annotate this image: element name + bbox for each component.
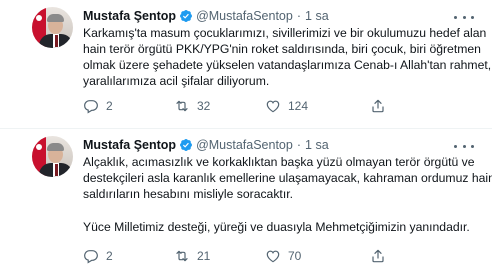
avatar[interactable] bbox=[32, 136, 73, 177]
avatar[interactable] bbox=[32, 7, 73, 48]
reply-icon bbox=[84, 250, 98, 264]
tweet-header: Mustafa Şentop @MustafaSentop · 1 sa bbox=[83, 137, 329, 153]
retweet-icon bbox=[176, 250, 188, 262]
author-name[interactable]: Mustafa Şentop bbox=[83, 8, 176, 24]
like-button[interactable]: 70 bbox=[265, 247, 301, 265]
author-handle[interactable]: @MustafaSentop bbox=[196, 8, 293, 24]
tweet-text-line: Alçaklık, acımasızlık ve korkaklıktan ba… bbox=[83, 155, 475, 169]
tweet-feed: Mustafa Şentop @MustafaSentop · 1 sa Karkam… bbox=[0, 0, 492, 268]
reply-count: 2 bbox=[106, 249, 113, 263]
like-icon bbox=[266, 100, 280, 113]
verified-badge-icon bbox=[180, 139, 193, 151]
tweet-text-line: destekçileri asla karanlık emellerine ul… bbox=[83, 171, 492, 185]
more-options-icon[interactable] bbox=[454, 10, 474, 24]
retweet-button[interactable]: 32 bbox=[174, 97, 210, 115]
author-name[interactable]: Mustafa Şentop bbox=[83, 137, 176, 153]
tweet[interactable]: Mustafa Şentop @MustafaSentop · 1 sa Alçakl… bbox=[0, 129, 492, 268]
reply-button[interactable]: 2 bbox=[83, 247, 113, 265]
like-icon bbox=[266, 250, 280, 263]
timestamp[interactable]: 1 sa bbox=[305, 8, 329, 24]
separator-dot: · bbox=[296, 138, 302, 152]
share-button[interactable] bbox=[370, 97, 386, 115]
reply-count: 2 bbox=[106, 99, 113, 113]
author-handle[interactable]: @MustafaSentop bbox=[196, 137, 293, 153]
retweet-count: 21 bbox=[197, 249, 211, 263]
like-button[interactable]: 124 bbox=[265, 97, 308, 115]
tweet-actions: 2 32 124 bbox=[83, 97, 473, 115]
separator-dot: · bbox=[296, 9, 302, 23]
reply-icon bbox=[84, 100, 98, 114]
tweet-text-line: yaralılarımıza acil şifalar diliyorum. bbox=[83, 74, 270, 88]
tweet-actions: 2 21 70 bbox=[83, 247, 473, 265]
like-count: 70 bbox=[288, 249, 302, 263]
tweet-header: Mustafa Şentop @MustafaSentop · 1 sa bbox=[83, 8, 329, 24]
verified-badge-icon bbox=[180, 10, 193, 22]
like-count: 124 bbox=[288, 99, 309, 113]
tweet-text: Karkamış'ta masum çocuklarımızı, siville… bbox=[83, 25, 492, 89]
tweet-text-line: hain terör örgütü PKK/YPG'nin roket sald… bbox=[83, 42, 481, 56]
tweet[interactable]: Mustafa Şentop @MustafaSentop · 1 sa Karkam… bbox=[0, 0, 492, 128]
share-icon bbox=[372, 249, 384, 263]
timestamp[interactable]: 1 sa bbox=[305, 137, 329, 153]
more-options-icon[interactable] bbox=[454, 139, 474, 153]
tweet-text-line: olmak üzere şehadete yükselen vatandaşla… bbox=[83, 58, 492, 72]
retweet-icon bbox=[176, 100, 188, 112]
retweet-count: 32 bbox=[197, 99, 211, 113]
reply-button[interactable]: 2 bbox=[83, 97, 113, 115]
share-button[interactable] bbox=[370, 247, 386, 265]
retweet-button[interactable]: 21 bbox=[174, 247, 210, 265]
share-icon bbox=[372, 99, 384, 113]
tweet-text-line: saldırıların hesabını misliyle soracaktı… bbox=[83, 187, 293, 201]
tweet-text: Alçaklık, acımasızlık ve korkaklıktan ba… bbox=[83, 154, 492, 235]
tweet-text-line: Yüce Milletimiz desteği, yüreği ve duası… bbox=[83, 220, 470, 234]
tweet-text-line: Karkamış'ta masum çocuklarımızı, siville… bbox=[83, 26, 487, 40]
